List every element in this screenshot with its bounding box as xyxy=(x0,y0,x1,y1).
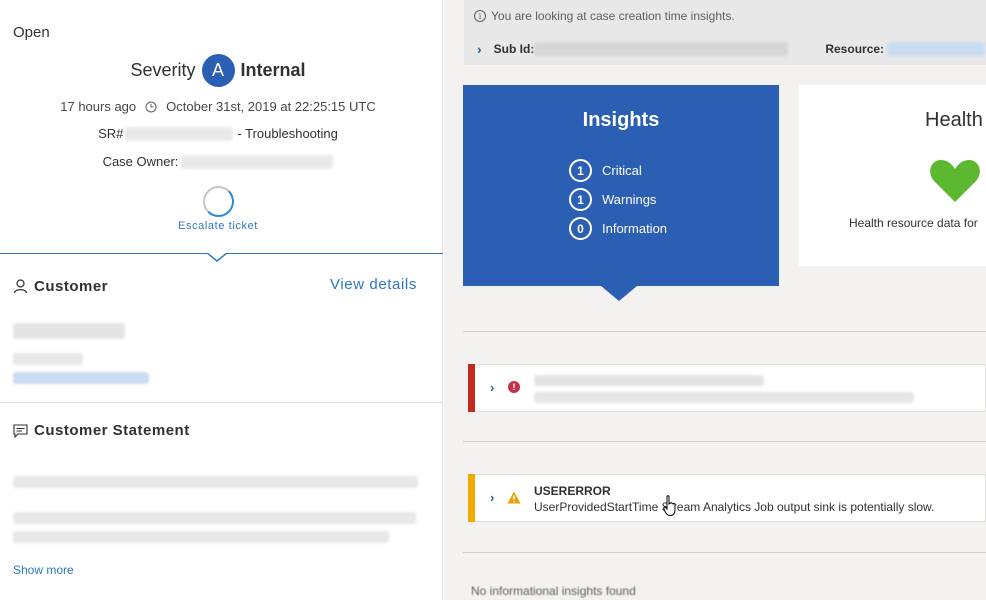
sr-number-redacted xyxy=(125,126,234,141)
health-title: Health xyxy=(925,109,983,131)
insight-card-warning[interactable]: › USERERROR UserProvidedStartTime Stream… xyxy=(468,474,986,522)
case-time-row: 17 hours ago October 31st, 2019 at 22:25… xyxy=(0,99,436,114)
insight-label: Warnings xyxy=(602,192,657,207)
insight-count: 1 xyxy=(569,188,592,211)
warning-stripe xyxy=(468,474,475,522)
customer-section-title: Customer xyxy=(13,278,108,295)
severity-row: Severity A Internal xyxy=(0,54,436,87)
row-divider xyxy=(463,552,986,553)
show-more-link[interactable]: Show more xyxy=(13,563,74,577)
person-icon xyxy=(13,279,28,294)
chevron-right-icon[interactable]: › xyxy=(490,380,494,395)
statement-section-title: Customer Statement xyxy=(13,422,190,439)
health-text: Health resource data for xyxy=(849,216,978,230)
caret-down-icon xyxy=(601,286,637,301)
subscription-row[interactable]: › Sub Id: Resource: xyxy=(477,41,986,57)
insight-card-critical[interactable]: › ! xyxy=(468,364,986,412)
row-divider xyxy=(463,441,986,442)
heart-icon xyxy=(930,159,980,202)
no-information-text: No informational insights found xyxy=(471,584,636,598)
loading-spinner xyxy=(203,186,234,217)
row-divider xyxy=(463,331,986,332)
card-title-redacted xyxy=(534,375,764,386)
clock-icon xyxy=(145,101,157,112)
customer-name-redacted xyxy=(13,323,125,339)
insights-tile[interactable]: Insights 1 Critical 1 Warnings 0 Informa… xyxy=(463,85,779,286)
statement-title: Customer Statement xyxy=(34,422,190,439)
sub-id-label: Sub Id: xyxy=(493,42,535,56)
caret-down-icon xyxy=(206,252,228,262)
sr-label: SR# xyxy=(98,126,124,141)
card-description: UserProvidedStartTime Stream Analytics J… xyxy=(534,500,935,514)
insight-warnings-row: 1 Warnings xyxy=(569,188,656,211)
view-details-link[interactable]: View details xyxy=(330,276,417,293)
health-tile[interactable]: Health Health resource data for xyxy=(799,85,986,266)
statement-text-line-redacted xyxy=(13,476,418,488)
statement-text-line-redacted xyxy=(13,531,389,543)
error-icon: ! xyxy=(508,381,520,393)
insight-critical-row: 1 Critical xyxy=(569,159,642,182)
insights-panel: i You are looking at case creation time … xyxy=(444,0,986,600)
customer-title: Customer xyxy=(34,278,109,295)
customer-email-redacted xyxy=(13,372,149,384)
sr-suffix: - Troubleshooting xyxy=(237,126,338,141)
escalate-ticket-link[interactable]: Escalate ticket xyxy=(0,220,436,232)
info-icon: i xyxy=(474,10,486,22)
resource-label: Resource: xyxy=(825,42,885,56)
sr-row: SR# - Troubleshooting xyxy=(0,126,436,141)
owner-name-redacted xyxy=(181,154,334,169)
resource-redacted xyxy=(887,42,986,56)
relative-time: 17 hours ago xyxy=(60,99,137,114)
info-message-row: i You are looking at case creation time … xyxy=(474,9,735,23)
owner-label: Case Owner: xyxy=(102,154,179,169)
severity-label: Severity xyxy=(130,60,196,80)
chevron-right-icon[interactable]: › xyxy=(490,490,494,505)
case-status: Open xyxy=(13,24,50,41)
statement-text-line-redacted xyxy=(13,512,416,524)
critical-stripe xyxy=(468,364,475,412)
owner-row: Case Owner: xyxy=(0,154,436,169)
insights-title: Insights xyxy=(582,109,660,131)
sub-id-redacted xyxy=(534,42,789,56)
insight-information-row: 0 Information xyxy=(569,217,667,240)
created-time: October 31st, 2019 at 22:25:15 UTC xyxy=(166,99,376,114)
chevron-right-icon[interactable]: › xyxy=(477,41,482,57)
section-divider-gray xyxy=(0,402,443,403)
info-bar: i You are looking at case creation time … xyxy=(464,0,986,65)
warning-icon xyxy=(507,491,521,504)
insight-count: 0 xyxy=(569,217,592,240)
hand-cursor-icon xyxy=(663,495,676,516)
insight-label: Information xyxy=(602,221,668,236)
customer-company-redacted xyxy=(13,353,83,365)
insight-label: Critical xyxy=(602,163,642,178)
severity-badge: A xyxy=(201,54,235,87)
severity-type: Internal xyxy=(240,60,306,80)
info-message: You are looking at case creation time in… xyxy=(491,9,735,23)
card-description-redacted xyxy=(534,392,914,403)
card-title: USERERROR xyxy=(534,484,611,498)
comment-icon xyxy=(13,423,28,438)
case-summary-panel: Open Severity A Internal 17 hours ago Oc… xyxy=(0,0,443,600)
insight-count: 1 xyxy=(569,159,592,182)
